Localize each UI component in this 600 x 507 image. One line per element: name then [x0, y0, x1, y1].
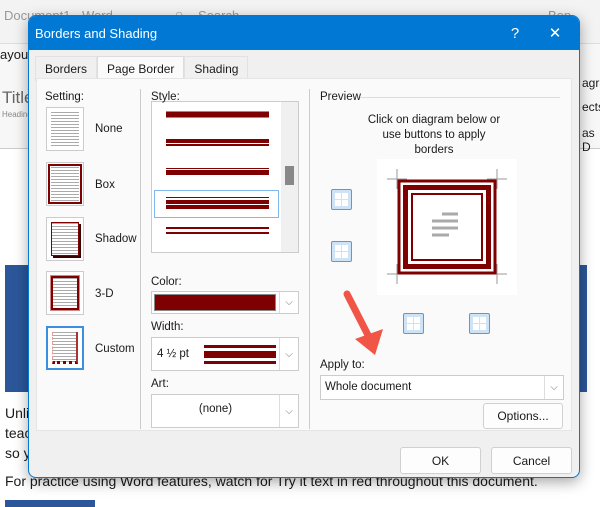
close-button[interactable]: ✕: [535, 16, 575, 50]
color-dropdown[interactable]: ⌵: [151, 291, 299, 314]
top-border-button[interactable]: [331, 189, 352, 210]
style-option[interactable]: [166, 197, 269, 209]
setting-custom[interactable]: [46, 326, 84, 370]
setting-none[interactable]: [46, 107, 84, 151]
width-sample: [204, 345, 276, 364]
style-option[interactable]: [166, 139, 269, 146]
doc-banner: [5, 500, 95, 507]
preview-hint: Click on diagram below or use buttons to…: [367, 114, 501, 156]
width-dropdown[interactable]: 4 ½ pt ⌵: [151, 337, 299, 371]
style-scrollbar[interactable]: [281, 102, 298, 252]
apply-to-label: Apply to:: [320, 359, 365, 371]
ribbon-tab[interactable]: ayou: [0, 47, 28, 62]
dialog-titlebar[interactable]: Borders and Shading ? ✕: [29, 16, 579, 50]
ok-button[interactable]: OK: [400, 447, 481, 474]
right-border-button[interactable]: [469, 313, 490, 334]
style-option[interactable]: [166, 168, 269, 175]
width-label: Width:: [151, 321, 184, 333]
art-label: Art:: [151, 378, 169, 390]
art-value: (none): [198, 403, 233, 415]
help-button[interactable]: ?: [495, 16, 535, 50]
chevron-down-icon[interactable]: ⌵: [544, 376, 563, 399]
apply-to-dropdown[interactable]: Whole document ⌵: [320, 375, 564, 400]
color-label: Color:: [151, 276, 182, 288]
chevron-down-icon[interactable]: ⌵: [279, 338, 298, 370]
art-dropdown[interactable]: (none) ⌵: [151, 394, 299, 428]
options-button[interactable]: Options...: [483, 403, 563, 429]
setting-3d-label[interactable]: 3-D: [95, 288, 114, 300]
doc-banner: [580, 265, 587, 392]
setting-box[interactable]: [46, 162, 84, 206]
setting-shadow[interactable]: [46, 217, 84, 261]
preview-label: Preview: [320, 91, 361, 103]
dialog-title: Borders and Shading: [35, 25, 158, 41]
setting-3d[interactable]: [46, 271, 84, 315]
ribbon-snippet: ects: [582, 100, 600, 114]
style-option[interactable]: [166, 227, 269, 234]
divider: [360, 97, 560, 98]
borders-shading-dialog: Borders and Shading ? ✕ Borders Page Bor…: [28, 15, 580, 478]
style-list[interactable]: [151, 101, 299, 253]
scroll-thumb[interactable]: [285, 166, 294, 185]
setting-box-label[interactable]: Box: [95, 179, 115, 191]
apply-to-value: Whole document: [325, 381, 412, 393]
color-swatch: [154, 294, 276, 311]
width-value: 4 ½ pt: [157, 348, 189, 360]
setting-none-label[interactable]: None: [95, 123, 123, 135]
chevron-down-icon[interactable]: ⌵: [279, 395, 298, 427]
setting-shadow-label[interactable]: Shadow: [95, 233, 137, 245]
preview-page-border: [387, 169, 507, 284]
preview-diagram[interactable]: [377, 159, 517, 295]
page-border-panel: Setting: None Box Shadow 3-D Custom Styl…: [36, 78, 572, 431]
style-label: Style:: [151, 91, 180, 103]
annotation-arrow-icon: [343, 290, 383, 355]
ribbon-snippet: agra: [582, 76, 600, 90]
cancel-button[interactable]: Cancel: [491, 447, 572, 474]
style-option[interactable]: [166, 111, 269, 120]
setting-custom-label[interactable]: Custom: [95, 343, 135, 355]
setting-label: Setting:: [45, 91, 84, 103]
divider: [140, 89, 141, 429]
divider: [309, 89, 310, 429]
bottom-border-button[interactable]: [331, 241, 352, 262]
left-border-button[interactable]: [403, 313, 424, 334]
chevron-down-icon[interactable]: ⌵: [279, 292, 298, 313]
ribbon-snippet: as D: [582, 126, 595, 154]
